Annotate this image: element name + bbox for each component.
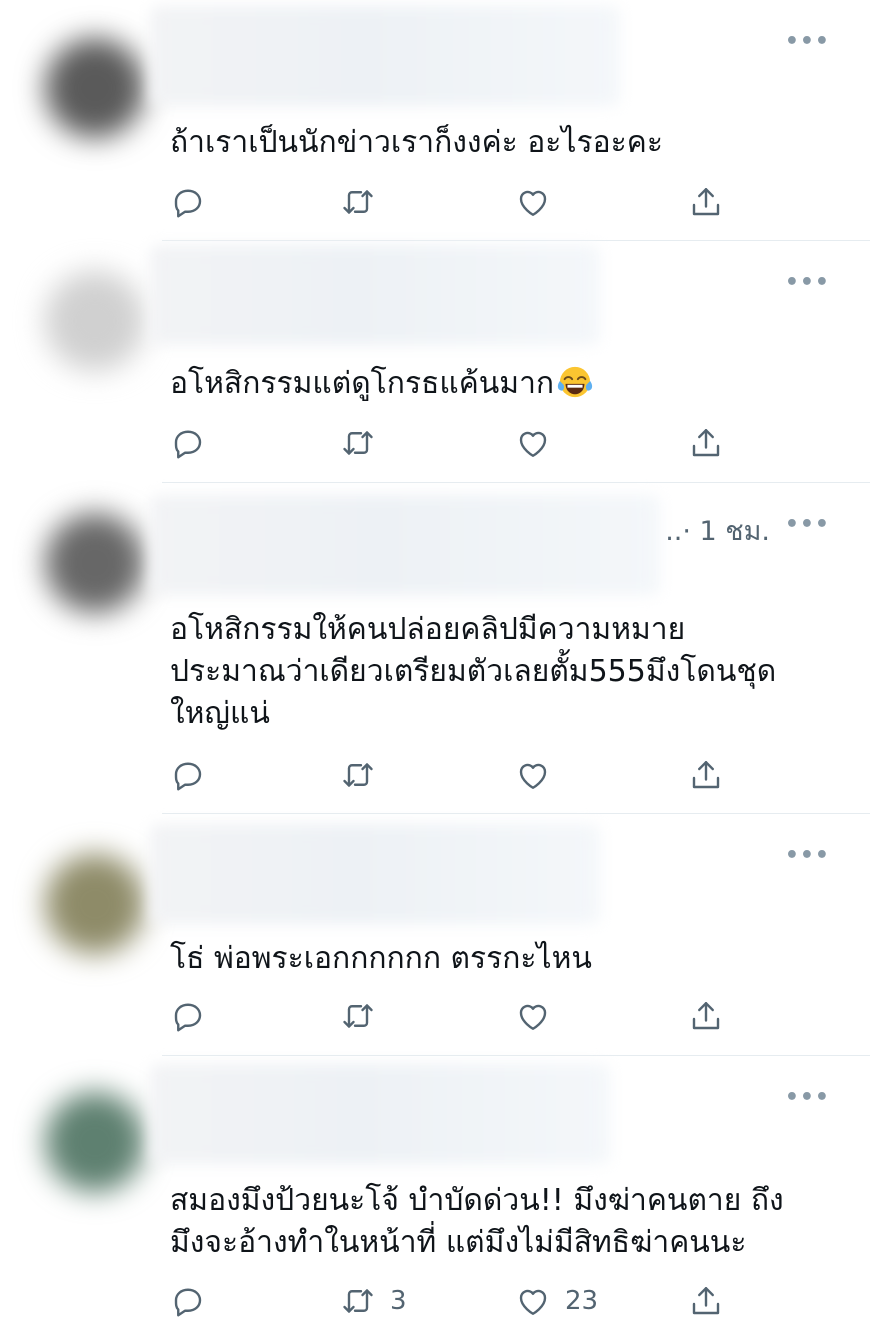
more-options-icon[interactable]: •••: [785, 31, 830, 53]
retweet-button[interactable]: [340, 423, 376, 463]
share-button[interactable]: [688, 182, 724, 222]
share-icon: [692, 1287, 720, 1315]
like-icon: [519, 1289, 547, 1315]
like-count: 23: [565, 1286, 599, 1316]
reply-button[interactable]: [170, 755, 206, 795]
share-button[interactable]: [688, 1281, 724, 1321]
share-icon: [692, 761, 720, 789]
avatar[interactable]: [45, 1092, 145, 1192]
share-icon: [692, 188, 720, 216]
blurred-username: [150, 1064, 610, 1164]
reply-button[interactable]: [170, 996, 206, 1036]
tweet-timestamp[interactable]: ..· 1 ชม.: [665, 509, 770, 552]
tweet[interactable]: ••• สมองมึงป้วยนะโจ้ บำบัดด่วน!! มึงฆ่าค…: [0, 1056, 870, 1343]
avatar[interactable]: [45, 513, 145, 613]
tweet-text: โธ่ พ่อพระเอกกกกกก ตรรกะไหน: [170, 941, 592, 976]
reply-button[interactable]: [170, 423, 206, 463]
tweet-actions: [170, 755, 770, 795]
share-button[interactable]: [688, 423, 724, 463]
reply-icon: [174, 1003, 202, 1032]
retweet-button[interactable]: [340, 755, 376, 795]
blurred-username: [150, 245, 600, 345]
reply-button[interactable]: [170, 1281, 206, 1321]
tweet-actions: [170, 996, 770, 1036]
tweet[interactable]: ••• ถ้าเราเป็นนักข่าวเราก็งงค่ะ อะไรอะคะ: [0, 0, 870, 240]
more-options-icon[interactable]: •••: [785, 845, 830, 867]
tweet-reply-feed: ••• ถ้าเราเป็นนักข่าวเราก็งงค่ะ อะไรอะคะ…: [0, 0, 870, 1343]
retweet-icon: [343, 763, 373, 787]
like-icon: [519, 190, 547, 216]
reply-icon: [174, 189, 202, 218]
reply-icon: [174, 430, 202, 459]
more-options-icon[interactable]: •••: [785, 1087, 830, 1109]
face-with-tears-of-joy-icon: [557, 366, 593, 398]
more-options-icon[interactable]: •••: [785, 514, 830, 536]
tweet-actions: 3 23: [170, 1281, 770, 1321]
like-button[interactable]: [515, 182, 551, 222]
blurred-username: [150, 824, 600, 924]
blurred-username: [150, 495, 660, 595]
avatar[interactable]: [45, 271, 145, 371]
share-button[interactable]: [688, 755, 724, 795]
tweet-text: อโหสิกรรมแต่ดูโกรธแค้นมาก: [170, 363, 830, 405]
tweet-text: สมองมึงป้วยนะโจ้ บำบัดด่วน!! มึงฆ่าคนตาย…: [170, 1183, 784, 1260]
retweet-button[interactable]: [340, 182, 376, 222]
retweet-button[interactable]: [340, 996, 376, 1036]
tweet-actions: [170, 182, 770, 222]
tweet[interactable]: ••• โธ่ พ่อพระเอกกกกกก ตรรกะไหน: [0, 814, 870, 1054]
like-icon: [519, 1004, 547, 1030]
tweet-text-content: อโหสิกรรมแต่ดูโกรธแค้นมาก: [170, 366, 555, 401]
share-icon: [692, 429, 720, 457]
retweet-icon: [343, 1004, 373, 1028]
reply-icon: [174, 762, 202, 791]
like-button[interactable]: [515, 755, 551, 795]
reply-icon: [174, 1288, 202, 1317]
avatar[interactable]: [45, 38, 145, 138]
retweet-count: 3: [390, 1286, 407, 1316]
retweet-icon: [343, 190, 373, 214]
more-options-icon[interactable]: •••: [785, 272, 830, 294]
tweet[interactable]: ..· 1 ชม. ••• อโหสิกรรมให้คนปล่อยคลิปมีค…: [0, 483, 870, 813]
like-button[interactable]: [515, 423, 551, 463]
share-icon: [692, 1002, 720, 1030]
retweet-icon: [343, 431, 373, 455]
tweet[interactable]: ••• อโหสิกรรมแต่ดูโกรธแค้นมาก: [0, 241, 870, 481]
avatar[interactable]: [45, 854, 145, 954]
tweet-actions: [170, 423, 770, 463]
tweet-text: อโหสิกรรมให้คนปล่อยคลิปมีความหมาย ประมาณ…: [170, 612, 777, 731]
share-button[interactable]: [688, 996, 724, 1036]
like-button[interactable]: [515, 996, 551, 1036]
retweet-button[interactable]: 3: [340, 1281, 407, 1321]
retweet-icon: [343, 1289, 373, 1313]
like-icon: [519, 763, 547, 789]
reply-button[interactable]: [170, 182, 206, 222]
tweet-text: ถ้าเราเป็นนักข่าวเราก็งงค่ะ อะไรอะคะ: [170, 125, 663, 160]
like-button[interactable]: 23: [515, 1281, 598, 1321]
blurred-username: [150, 6, 620, 106]
like-icon: [519, 431, 547, 457]
